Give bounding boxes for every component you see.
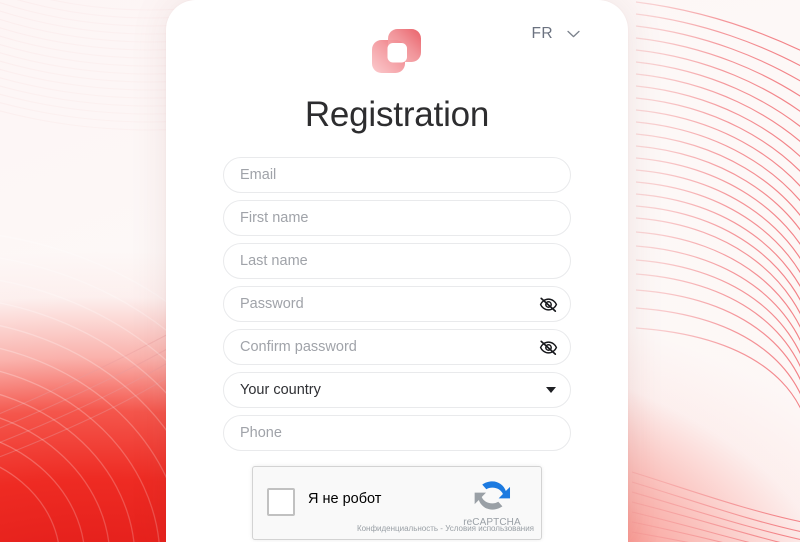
confirm-password-input[interactable] <box>223 329 571 365</box>
field-country <box>223 372 571 408</box>
eye-off-icon <box>539 339 557 355</box>
eye-off-icon <box>539 296 557 312</box>
password-input[interactable] <box>223 286 571 322</box>
country-select[interactable] <box>223 372 571 408</box>
recaptcha-container: Я не робот reCAPTCHA Конфиденциальность … <box>166 466 628 540</box>
field-password <box>223 286 571 322</box>
recaptcha-brand: reCAPTCHA <box>454 475 530 528</box>
last-name-input[interactable] <box>223 243 571 279</box>
page-title: Registration <box>304 95 490 134</box>
toggle-password-visibility-button[interactable] <box>538 294 558 314</box>
email-input[interactable] <box>223 157 571 193</box>
toggle-confirm-password-visibility-button[interactable] <box>538 337 558 357</box>
recaptcha-checkbox-label: Я не робот <box>308 491 382 507</box>
field-confirm-password <box>223 329 571 365</box>
phone-input[interactable] <box>223 415 571 451</box>
first-name-input[interactable] <box>223 200 571 236</box>
mid-left-arc-lines <box>0 329 177 458</box>
right-flow-lines <box>635 1 800 409</box>
recaptcha-arrows-icon <box>474 481 510 510</box>
brand-logo <box>166 22 628 84</box>
field-last-name <box>223 243 571 279</box>
registration-form <box>223 157 571 458</box>
field-email <box>223 157 571 193</box>
recaptcha-checkbox[interactable] <box>267 488 295 516</box>
recaptcha-legal-links[interactable]: Конфиденциальность - Условия использован… <box>357 524 534 534</box>
bottom-right-flow-lines <box>631 471 800 542</box>
registration-card: FR Registration Email First name Last na… <box>166 0 628 542</box>
field-phone <box>223 415 571 451</box>
registration-page: FR Registration Email First name Last na… <box>0 0 800 542</box>
field-first-name <box>223 200 571 236</box>
overlapping-squares-logo-icon <box>372 29 421 73</box>
recaptcha-widget: Я не робот reCAPTCHA Конфиденциальность … <box>252 466 542 540</box>
